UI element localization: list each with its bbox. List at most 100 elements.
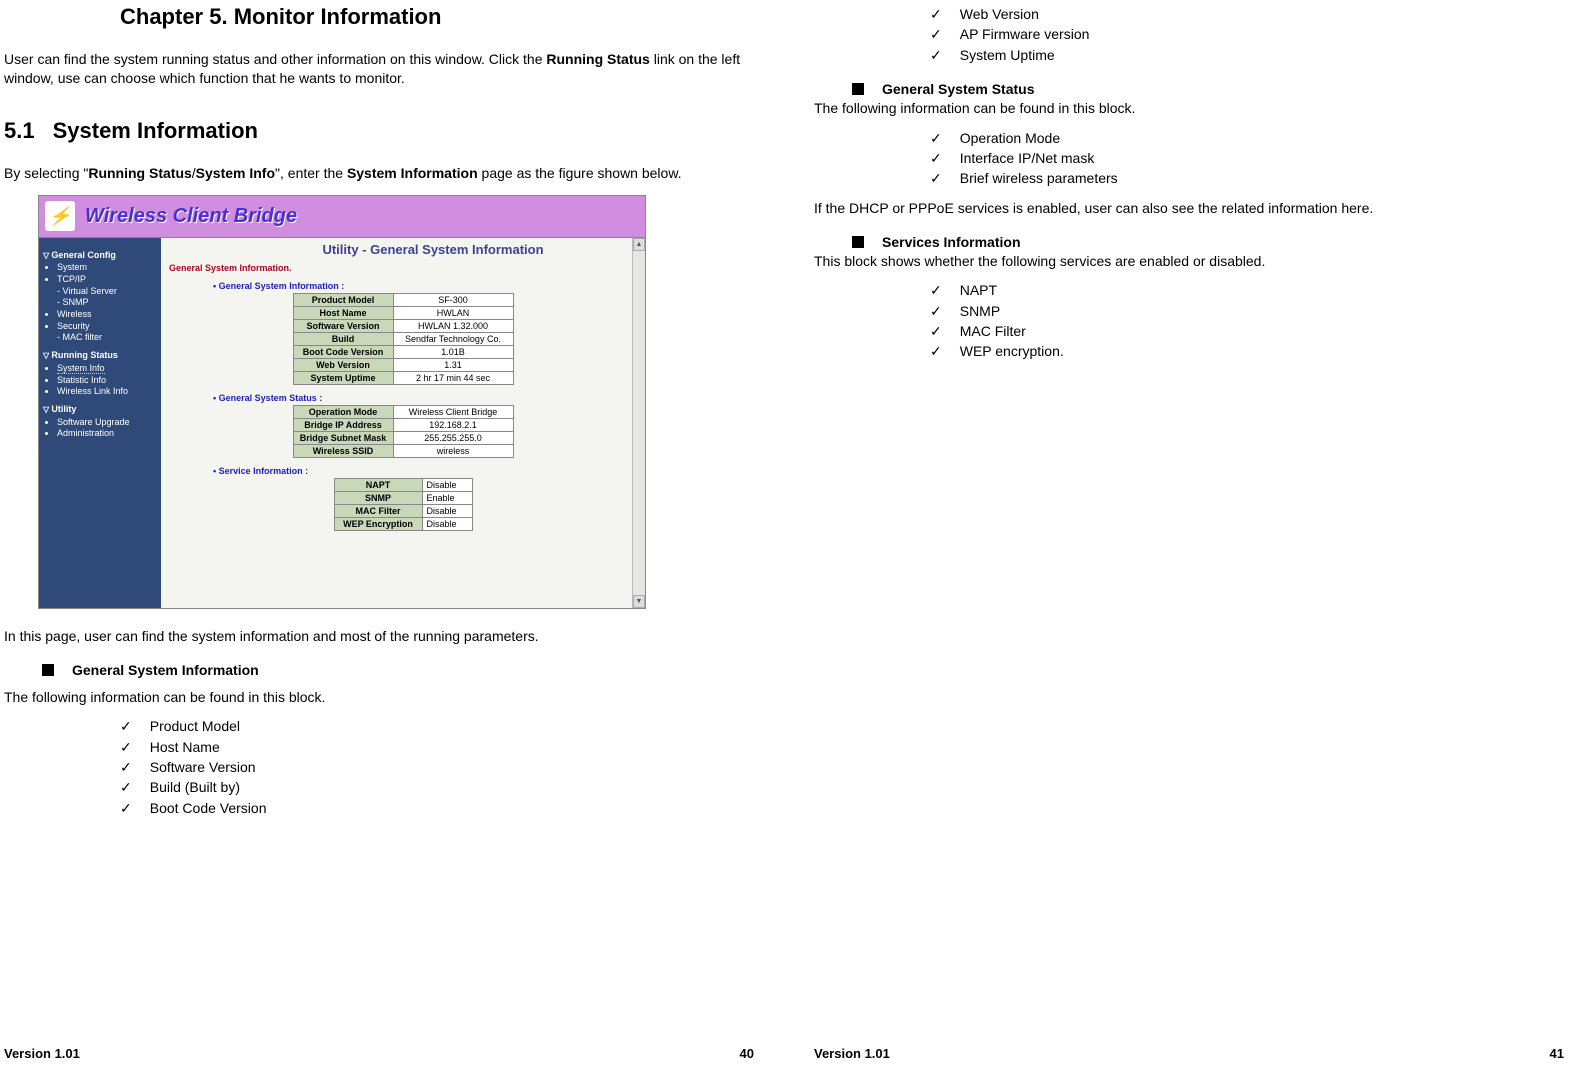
sidebar-group-running-status[interactable]: Running Status xyxy=(43,350,157,362)
check-icon: ✓ xyxy=(930,321,942,341)
list-item: ✓ Web Version xyxy=(930,4,1564,24)
text: User can find the system running status … xyxy=(4,51,546,67)
screenshot-main: Utility - General System Information Gen… xyxy=(161,238,645,608)
sidebar-item[interactable]: - SNMP xyxy=(57,297,157,309)
cell-value: HWLAN xyxy=(393,306,513,319)
check-list-top: ✓ Web Version ✓AP Firmware version ✓ Syste… xyxy=(930,4,1564,65)
table-row: NAPTDisable xyxy=(334,478,472,491)
list-item-label: Operation Mode xyxy=(960,128,1060,148)
section-heading: 5.1 System Information xyxy=(4,118,754,144)
sidebar-item[interactable]: TCP/IP xyxy=(57,274,157,286)
logo-icon: ⚡ xyxy=(45,201,75,231)
check-icon: ✓ xyxy=(930,280,942,300)
list-item-label: SNMP xyxy=(960,301,1000,321)
sidebar-list: System TCP/IP - Virtual Server - SNMP Wi… xyxy=(57,262,157,344)
check-icon: ✓ xyxy=(930,128,942,148)
sidebar-item[interactable]: Administration xyxy=(57,428,157,440)
section-number: 5.1 xyxy=(4,118,35,143)
list-item: ✓Interface IP/Net mask xyxy=(930,148,1564,168)
sidebar-item[interactable]: Wireless Link Info xyxy=(57,386,157,398)
cell-key: Product Model xyxy=(293,293,393,306)
scroll-down-icon[interactable]: ▼ xyxy=(633,595,645,608)
table-row: Boot Code Version1.01B xyxy=(293,345,513,358)
list-item: ✓ Operation Mode xyxy=(930,128,1564,148)
list-item-label: Software Version xyxy=(150,757,256,777)
list-item-label: Brief wireless parameters xyxy=(960,168,1118,188)
check-icon: ✓ xyxy=(120,737,132,757)
footer-version: Version 1.01 xyxy=(4,1046,80,1061)
check-icon: ✓ xyxy=(120,798,132,818)
check-icon: ✓ xyxy=(930,4,942,24)
scroll-up-icon[interactable]: ▲ xyxy=(633,238,645,251)
sidebar-item[interactable]: System xyxy=(57,262,157,274)
section-title: System Information xyxy=(53,118,258,143)
footer-version: Version 1.01 xyxy=(814,1046,890,1061)
text-bold: System Information xyxy=(347,165,478,181)
intro-paragraph: User can find the system running status … xyxy=(4,50,754,88)
sidebar-item[interactable]: - Virtual Server xyxy=(57,286,157,298)
list-item: ✓ SNMP xyxy=(930,301,1564,321)
subheading-label: General System Status xyxy=(882,81,1035,97)
list-item: ✓Product Model xyxy=(120,716,754,736)
sidebar-item[interactable]: Software Upgrade xyxy=(57,417,157,429)
sidebar-item[interactable]: Wireless xyxy=(57,309,157,321)
footer-page-number: 41 xyxy=(1550,1046,1564,1061)
table-service: NAPTDisable SNMPEnable MAC FilterDisable… xyxy=(334,478,473,531)
subheading-services-information: Services Information xyxy=(814,234,1564,250)
list-item: ✓Software Version xyxy=(120,757,754,777)
section-label-sysstatus: General System Status : xyxy=(213,393,637,403)
table-row: WEP EncryptionDisable xyxy=(334,517,472,530)
cell-value: Disable xyxy=(422,517,472,530)
footer-page-number: 40 xyxy=(740,1046,754,1061)
list-item-label: WEP encryption. xyxy=(960,341,1064,361)
cell-key: WEP Encryption xyxy=(334,517,422,530)
text: page as the figure shown below. xyxy=(478,165,682,181)
dhcp-paragraph: If the DHCP or PPPoE services is enabled… xyxy=(814,199,1564,218)
cell-key: Bridge IP Address xyxy=(293,418,393,431)
table-row: Bridge IP Address192.168.2.1 xyxy=(293,418,513,431)
sidebar-group-general-config[interactable]: General Config xyxy=(43,250,157,262)
sidebar-item[interactable]: - MAC filter xyxy=(57,332,157,344)
subheading-general-system-information: General System Information xyxy=(4,662,754,678)
sidebar-list: System Info Statistic Info Wireless Link… xyxy=(57,363,157,398)
list-item-label: Build (Built by) xyxy=(150,777,240,797)
cell-key: Wireless SSID xyxy=(293,444,393,457)
cell-value: Disable xyxy=(422,478,472,491)
cell-key: Bridge Subnet Mask xyxy=(293,431,393,444)
cell-value: SF-300 xyxy=(393,293,513,306)
cell-key: NAPT xyxy=(334,478,422,491)
table-row: BuildSendfar Technology Co. xyxy=(293,332,513,345)
scrollbar[interactable]: ▲ ▼ xyxy=(632,238,645,608)
sidebar-item-system-info[interactable]: System Info xyxy=(57,363,157,375)
sidebar-group-utility[interactable]: Utility xyxy=(43,404,157,416)
cell-key: System Uptime xyxy=(293,371,393,384)
check-icon: ✓ xyxy=(120,716,132,736)
list-item-label: MAC Filter xyxy=(960,321,1026,341)
cell-value: 255.255.255.0 xyxy=(393,431,513,444)
sidebar-item-label: System Info xyxy=(57,363,105,374)
brand-title: Wireless Client Bridge xyxy=(85,205,297,228)
cell-key: MAC Filter xyxy=(334,504,422,517)
table-sysinfo: Product ModelSF-300 Host NameHWLAN Softw… xyxy=(293,293,514,385)
cell-value: 1.01B xyxy=(393,345,513,358)
cell-key: Web Version xyxy=(293,358,393,371)
cell-value: 1.31 xyxy=(393,358,513,371)
cell-value: wireless xyxy=(393,444,513,457)
cell-value: Wireless Client Bridge xyxy=(393,405,513,418)
list-item-label: System Uptime xyxy=(960,45,1055,65)
sidebar-item[interactable]: Statistic Info xyxy=(57,375,157,387)
list-item-label: NAPT xyxy=(960,280,997,300)
table-row: SNMPEnable xyxy=(334,491,472,504)
text: ", enter the xyxy=(275,165,347,181)
table-sysstatus: Operation ModeWireless Client Bridge Bri… xyxy=(293,405,514,458)
list-item: ✓AP Firmware version xyxy=(930,24,1564,44)
list-item-label: Web Version xyxy=(960,4,1039,24)
check-list-1: ✓Product Model ✓Host Name ✓Software Vers… xyxy=(120,716,754,817)
check-icon: ✓ xyxy=(930,301,942,321)
check-icon: ✓ xyxy=(120,777,132,797)
subheading-desc: The following information can be found i… xyxy=(814,99,1564,118)
text-bold: Running Status xyxy=(88,165,191,181)
sidebar-item[interactable]: Security xyxy=(57,321,157,333)
table-row: Web Version1.31 xyxy=(293,358,513,371)
table-row: Bridge Subnet Mask255.255.255.0 xyxy=(293,431,513,444)
